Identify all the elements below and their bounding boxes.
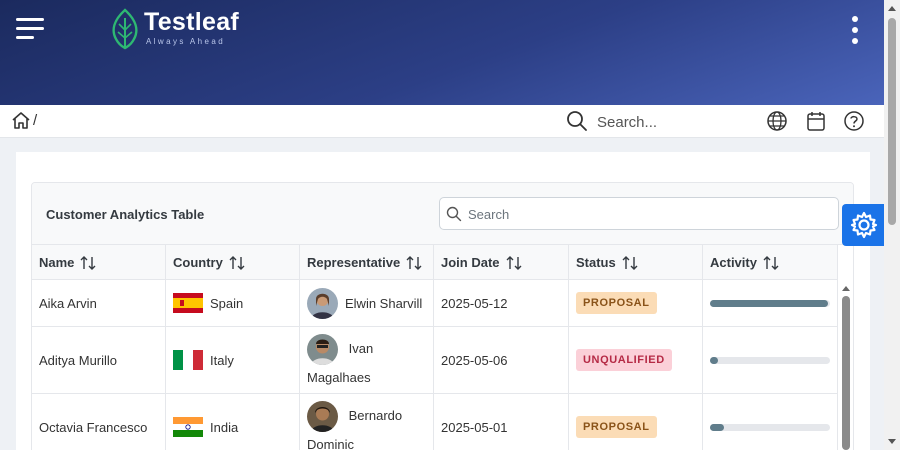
column-label: Activity [710, 255, 757, 270]
india-flag-icon [173, 417, 203, 437]
sort-icon[interactable] [406, 255, 422, 270]
hamburger-icon[interactable] [16, 18, 46, 42]
avatar [307, 401, 338, 432]
cell-representative: Ivan Magalhaes [300, 327, 434, 393]
status-badge: UNQUALIFIED [576, 349, 672, 371]
activity-progress-fill [710, 356, 719, 364]
column-label: Name [39, 255, 75, 270]
search-icon [446, 206, 462, 222]
globe-icon[interactable] [766, 110, 788, 132]
cell-join-date: 2025-05-12 [434, 280, 569, 326]
cell-status: PROPOSAL [569, 394, 703, 450]
page-scrollbar-thumb[interactable] [888, 18, 896, 225]
representative-name: Ivan [348, 340, 374, 356]
settings-button[interactable] [842, 204, 885, 246]
page-scrollbar[interactable] [884, 0, 900, 450]
cell-join-date: 2025-05-01 [434, 394, 569, 450]
column-header-status[interactable]: Status [569, 245, 703, 280]
brand-name: Testleaf [144, 8, 240, 36]
representative-name: Bernardo [348, 407, 403, 423]
sort-icon[interactable] [80, 255, 96, 270]
table-scrollbar[interactable] [840, 282, 852, 450]
kebab-icon[interactable] [850, 16, 860, 46]
sort-icon[interactable] [506, 255, 522, 270]
table-search-input[interactable] [468, 204, 828, 224]
cell-name: Octavia Francesco [32, 394, 166, 450]
cell-join-date: 2025-05-06 [434, 327, 569, 393]
table-column-headers: Name Country Representative Join Date St… [32, 245, 838, 280]
cell-country: Italy [166, 327, 300, 393]
brand-tagline: Always Ahead [146, 37, 226, 46]
activity-progress [710, 299, 830, 307]
brand-logo[interactable]: Testleaf Always Ahead [110, 8, 239, 50]
representative-name: Elwin Sharvill [345, 295, 423, 311]
activity-progress [710, 356, 830, 364]
column-label: Join Date [441, 255, 500, 270]
activity-progress-fill [710, 423, 725, 431]
column-label: Representative [307, 255, 401, 270]
column-header-country[interactable]: Country [166, 245, 300, 280]
top-header: Testleaf Always Ahead [0, 0, 884, 105]
activity-progress-fill [710, 299, 828, 307]
leaf-icon [112, 8, 138, 50]
search-icon[interactable] [566, 110, 588, 132]
sort-icon[interactable] [229, 255, 245, 270]
column-header-join-date[interactable]: Join Date [434, 245, 569, 280]
table-toolbar: Customer Analytics Table [32, 183, 853, 245]
sort-icon[interactable] [622, 255, 638, 270]
global-search-input[interactable] [597, 111, 747, 133]
table-row[interactable]: Aditya Murillo Italy Ivan Magalhaes 2025… [32, 327, 838, 394]
cell-name: Aditya Murillo [32, 327, 166, 393]
calendar-icon[interactable] [805, 110, 827, 132]
cell-name: Aika Arvin [32, 280, 166, 326]
country-label: Italy [210, 352, 234, 368]
table-title: Customer Analytics Table [46, 207, 205, 222]
cell-activity [703, 280, 838, 326]
cell-activity [703, 327, 838, 393]
cell-country: Spain [166, 280, 300, 326]
status-badge: PROPOSAL [576, 292, 657, 314]
avatar [307, 287, 338, 319]
representative-name-cont: Dominic [307, 437, 354, 450]
cell-representative: Elwin Sharvill [300, 280, 434, 326]
table-row[interactable]: Aika Arvin Spain Elwin Sharvill 2025-05-… [32, 280, 838, 327]
home-icon[interactable] [11, 111, 31, 130]
avatar [307, 334, 338, 365]
country-label: India [210, 419, 239, 435]
sort-icon[interactable] [763, 255, 779, 270]
status-badge: PROPOSAL [576, 416, 657, 438]
gear-icon [850, 211, 877, 239]
cell-representative: Bernardo Dominic [300, 394, 434, 450]
breadcrumb-bar: / [0, 105, 884, 138]
spain-flag-icon [173, 293, 203, 313]
table-row[interactable]: Octavia Francesco India Bernardo Dominic… [32, 394, 838, 450]
cell-country: India [166, 394, 300, 450]
column-header-activity[interactable]: Activity [703, 245, 838, 280]
activity-progress [710, 423, 830, 431]
country-label: Spain [210, 295, 244, 311]
representative-name-cont: Magalhaes [307, 370, 371, 385]
column-header-representative[interactable]: Representative [300, 245, 434, 280]
customer-analytics-table: Customer Analytics Table Name Country Re… [31, 182, 854, 450]
column-header-name[interactable]: Name [32, 245, 166, 280]
table-search[interactable] [439, 197, 839, 230]
cell-status: UNQUALIFIED [569, 327, 703, 393]
column-label: Country [173, 255, 223, 270]
help-icon[interactable] [843, 110, 865, 132]
cell-activity [703, 394, 838, 450]
italy-flag-icon [173, 350, 203, 370]
breadcrumb-separator: / [33, 112, 38, 129]
cell-status: PROPOSAL [569, 280, 703, 326]
column-label: Status [576, 255, 616, 270]
